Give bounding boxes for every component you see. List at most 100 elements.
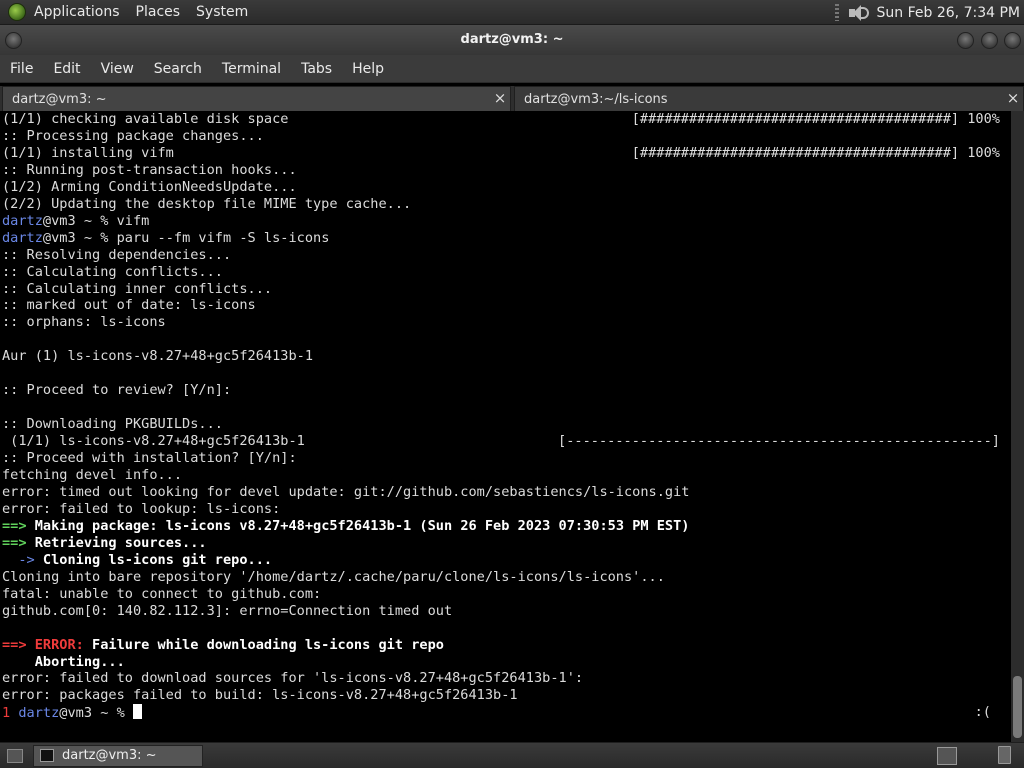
panel-tray: Sun Feb 26, 7:34 PM — [834, 0, 1024, 25]
trash-icon[interactable] — [998, 746, 1011, 764]
menu-tabs[interactable]: Tabs — [291, 55, 342, 83]
menu-view[interactable]: View — [91, 55, 144, 83]
menu-file[interactable]: File — [0, 55, 43, 83]
terminal-text: fetching devel info... — [2, 467, 183, 484]
workspace-switcher-icon[interactable] — [937, 747, 957, 765]
window-menu-button[interactable] — [5, 32, 22, 49]
tab-close-icon[interactable]: × — [1006, 90, 1020, 106]
terminal-text: dartz — [2, 229, 43, 246]
terminal-text: ~ % vifm — [75, 212, 150, 229]
bottom-panel: dartz@vm3: ~ — [0, 742, 1024, 768]
places-menu[interactable]: Places — [128, 0, 189, 25]
menu-search[interactable]: Search — [144, 55, 212, 83]
panel-grip-handle[interactable] — [834, 4, 839, 21]
tab-bar: dartz@vm3: ~ × dartz@vm3:~/ls-icons × — [0, 86, 1024, 111]
terminal-scrollbar[interactable] — [1011, 111, 1024, 742]
prompt-symbol: ~ % — [92, 705, 133, 722]
terminal-text: Aborting... — [2, 653, 125, 670]
terminal-text: :: Calculating inner conflicts... — [2, 280, 273, 297]
terminal-line: ==> ERROR: Failure while downloading ls-… — [0, 637, 1011, 654]
terminal-text: (1/1) installing vifm — [2, 144, 174, 161]
terminal-text: :: Calculating conflicts... — [2, 263, 223, 280]
terminal-line: error: failed to lookup: ls-icons: — [0, 501, 1011, 518]
terminal-line: ==> Retrieving sources... — [0, 535, 1011, 552]
distro-logo-icon[interactable] — [8, 3, 26, 21]
terminal-text: (1/1) checking available disk space — [2, 111, 289, 127]
terminal-line: :: Proceed with installation? [Y/n]: — [0, 450, 1011, 467]
terminal-line: (1/1) installing vifm [##################… — [0, 145, 1011, 162]
prompt-line[interactable]: 1 dartz@vm3 ~ % :( — [0, 704, 1011, 721]
terminal-line: :: Running post-transaction hooks... — [0, 162, 1011, 179]
right-prompt-status: :( — [974, 704, 991, 721]
terminal-line: :: Downloading PKGBUILDs... — [0, 416, 1011, 433]
terminal-line: (1/2) Arming ConditionNeedsUpdate... — [0, 179, 1011, 196]
terminal-text: :: Downloading PKGBUILDs... — [2, 416, 223, 433]
text-cursor — [132, 704, 142, 720]
terminal-line: :: Resolving dependencies... — [0, 247, 1011, 264]
maximize-button[interactable] — [981, 32, 998, 49]
terminal-line: :: marked out of date: ls-icons — [0, 297, 1011, 314]
terminal-text: error: failed to download sources for 'l… — [2, 670, 584, 687]
terminal-line: -> Cloning ls-icons git repo... — [0, 552, 1011, 569]
taskbar-window-label: dartz@vm3: ~ — [62, 748, 157, 763]
terminal-line: fatal: unable to connect to github.com: — [0, 586, 1011, 603]
terminal-text: Failure while downloading ls-icons git r… — [83, 636, 444, 653]
terminal-icon — [40, 749, 54, 762]
menu-edit[interactable]: Edit — [43, 55, 90, 83]
terminal-text: @ — [42, 212, 52, 229]
terminal-text: ==> — [2, 534, 27, 551]
tab-close-icon[interactable]: × — [493, 90, 507, 106]
terminal-line: Aborting... — [0, 654, 1011, 671]
taskbar-window-button[interactable]: dartz@vm3: ~ — [33, 745, 203, 767]
progress-bar-text: [---------------------------------------… — [558, 433, 1000, 450]
prompt-user: dartz — [18, 705, 60, 722]
terminal-line: :: Calculating conflicts... — [0, 264, 1011, 281]
terminal-line: dartz@vm3 ~ % paru --fm vifm -S ls-icons — [0, 230, 1011, 247]
terminal-output[interactable]: (1/1) checking available disk space [####… — [0, 111, 1011, 742]
menu-terminal[interactable]: Terminal — [212, 55, 291, 83]
tab-ls-icons[interactable]: dartz@vm3:~/ls-icons × — [514, 86, 1024, 111]
menu-help[interactable]: Help — [342, 55, 394, 83]
terminal-line: :: Processing package changes... — [0, 128, 1011, 145]
terminal-line: ==> Making package: ls-icons v8.27+48+gc… — [0, 518, 1011, 535]
terminal-text: :: Running post-transaction hooks... — [2, 161, 297, 178]
terminal-text: (1/1) ls-icons-v8.27+48+gc5f26413b-1 — [2, 433, 305, 450]
terminal-line: (1/1) checking available disk space [####… — [0, 111, 1011, 128]
terminal-line: error: failed to download sources for 'l… — [0, 670, 1011, 687]
terminal-text: Aur (1) ls-icons-v8.27+48+gc5f26413b-1 — [2, 348, 313, 365]
terminal-line: fetching devel info... — [0, 467, 1011, 484]
terminal-text: ~ % paru --fm vifm -S ls-icons — [75, 229, 330, 246]
terminal-text: @ — [42, 229, 52, 246]
terminal-text: ==> — [2, 517, 27, 534]
terminal-text: :: Processing package changes... — [2, 127, 264, 144]
window-title-bar[interactable]: dartz@vm3: ~ — [0, 25, 1024, 55]
show-desktop-icon[interactable] — [7, 749, 23, 763]
terminal-text: :: Proceed to review? [Y/n]: — [2, 382, 232, 399]
terminal-line: Aur (1) ls-icons-v8.27+48+gc5f26413b-1 — [0, 348, 1011, 365]
close-window-button[interactable] — [1004, 32, 1021, 49]
exit-code: 1 — [2, 705, 11, 722]
volume-icon[interactable] — [847, 4, 869, 22]
terminal-line: error: timed out looking for devel updat… — [0, 484, 1011, 501]
minimize-button[interactable] — [957, 32, 974, 49]
terminal-text: :: orphans: ls-icons — [2, 314, 166, 331]
tab-home[interactable]: dartz@vm3: ~ × — [2, 86, 511, 111]
terminal-text: error: timed out looking for devel updat… — [2, 483, 690, 500]
system-menu[interactable]: System — [188, 0, 256, 25]
terminal-text: error: failed to lookup: ls-icons: — [2, 500, 281, 517]
scrollbar-thumb[interactable] — [1013, 676, 1022, 738]
clock[interactable]: Sun Feb 26, 7:34 PM — [877, 5, 1024, 21]
prompt-host: vm3 — [67, 705, 93, 722]
terminal-text: (2/2) Updating the desktop file MIME typ… — [2, 195, 412, 212]
terminal-line: :: Calculating inner conflicts... — [0, 281, 1011, 298]
terminal-text: Cloning ls-icons git repo... — [34, 551, 273, 568]
applications-menu[interactable]: Applications — [26, 0, 128, 25]
terminal-text: Making package: ls-icons v8.27+48+gc5f26… — [26, 517, 690, 534]
progress-bar-text: [######################################]… — [631, 144, 1000, 161]
progress-bar-text: [######################################]… — [631, 111, 1000, 127]
terminal-text: error: packages failed to build: ls-icon… — [2, 687, 518, 704]
terminal-text: ==> ERROR: — [2, 636, 84, 653]
